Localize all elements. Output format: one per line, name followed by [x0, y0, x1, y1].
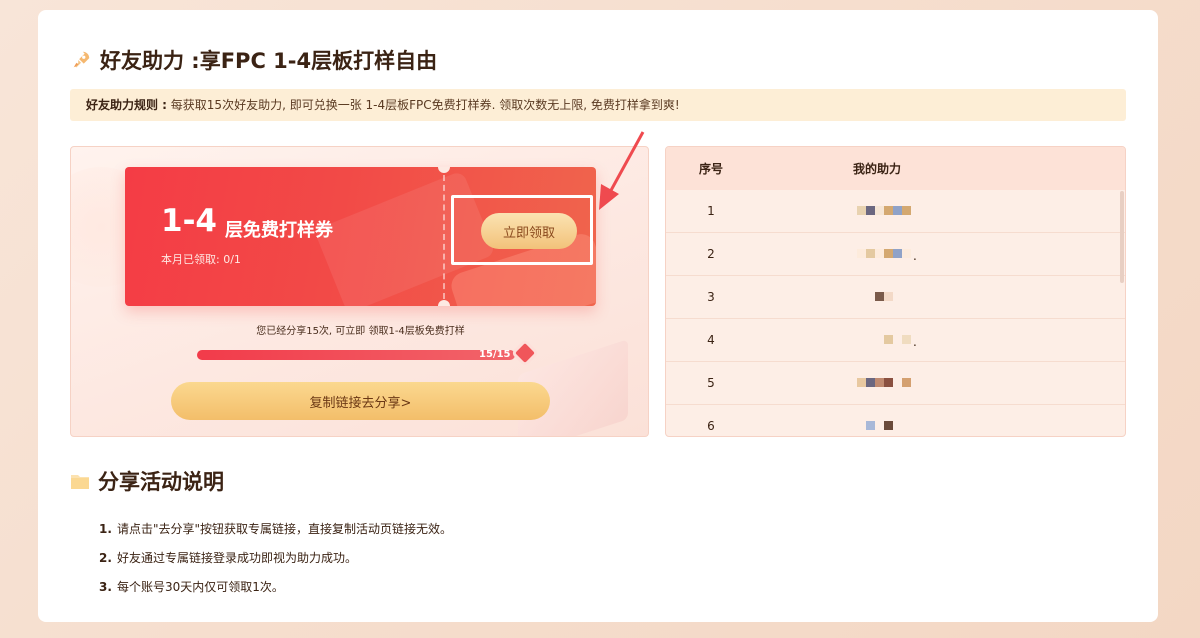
progress-label: 15/15: [479, 349, 511, 360]
column-header-index: 序号: [698, 162, 723, 176]
helper-name-masked: [857, 378, 913, 388]
mosaic-pixel: [857, 378, 866, 387]
page-title-row: 好友助力 :享FPC 1-4层板打样自由: [70, 44, 437, 76]
table-body: 1 2. 3 4. 5 6: [666, 190, 1125, 436]
helper-name-masked: [857, 421, 895, 431]
coupon-claimed-count: 本月已领取: 0/1: [161, 253, 241, 266]
mosaic-pixel: [875, 292, 884, 301]
mosaic-pixel: [893, 206, 902, 215]
mosaic-pixel: [866, 249, 875, 258]
mosaic-pixel: [866, 206, 875, 215]
copy-share-link-button[interactable]: 复制链接去分享>: [171, 382, 550, 420]
helper-name-masked: [857, 292, 895, 302]
row-index: 5: [707, 376, 715, 390]
coupon-divider: [443, 175, 445, 299]
instructions-list: 1. 请点击"去分享"按钮获取专属链接，直接复制活动页链接无效。 2. 好友通过…: [99, 514, 452, 601]
helpers-table: 序号 我的助力 1 2. 3 4. 5 6: [665, 146, 1126, 437]
mosaic-pixel: [884, 421, 893, 430]
row-index: 3: [707, 290, 715, 304]
mosaic-trail: .: [913, 249, 917, 263]
table-row: 5: [666, 362, 1125, 405]
mosaic-pixel: [866, 292, 875, 301]
mosaic-pixel: [884, 378, 893, 387]
mosaic-pixel: [875, 335, 884, 344]
table-row: 1: [666, 190, 1125, 233]
mosaic-pixel: [902, 249, 911, 258]
mosaic-pixel: [884, 335, 893, 344]
mosaic-pixel: [866, 378, 875, 387]
table-row: 3: [666, 276, 1125, 319]
list-item-number: 1.: [99, 521, 112, 536]
mosaic-pixel: [857, 206, 866, 215]
rules-banner: 好友助力规则 : 每获取15次好友助力, 即可兑换一张 1-4层板FPC免费打样…: [70, 89, 1126, 121]
mosaic-pixel: [866, 335, 875, 344]
coupon-layers: 1-4: [161, 203, 218, 239]
list-item-number: 3.: [99, 579, 112, 594]
list-item-number: 2.: [99, 550, 112, 565]
pointer-arrow-icon: [599, 131, 645, 210]
list-item: 2. 好友通过专属链接登录成功即视为助力成功。: [99, 543, 452, 572]
coupon-notch: [438, 300, 450, 306]
table-scrollbar[interactable]: [1120, 191, 1124, 283]
mosaic-pixel: [902, 335, 911, 344]
mosaic-pixel: [884, 292, 893, 301]
row-index: 4: [707, 333, 715, 347]
claim-now-button[interactable]: 立即领取: [481, 213, 577, 249]
rules-label: 好友助力规则 :: [86, 98, 167, 112]
column-header-helpers: 我的助力: [853, 162, 902, 176]
mosaic-pixel: [893, 378, 902, 387]
mosaic-pixel: [893, 335, 902, 344]
list-item-text: 好友通过专属链接登录成功即视为助力成功。: [117, 551, 358, 565]
instructions-title: 分享活动说明: [98, 470, 224, 494]
coupon-notch: [438, 167, 450, 173]
table-row: 6: [666, 405, 1125, 436]
coupon-panel: 1-4 层免费打样券 本月已领取: 0/1 您已经分享15次, 可立即 领取1-…: [70, 146, 649, 437]
mosaic-pixel: [875, 421, 884, 430]
page-title: 好友助力 :享FPC 1-4层板打样自由: [100, 49, 438, 73]
rules-text: 每获取15次好友助力, 即可兑换一张 1-4层板FPC免费打样券. 领取次数无上…: [166, 98, 680, 112]
helper-name-masked: [857, 206, 913, 216]
mosaic-pixel: [857, 335, 866, 344]
folder-icon: [71, 475, 89, 489]
gift-icon: [515, 343, 535, 363]
list-item: 1. 请点击"去分享"按钮获取专属链接，直接复制活动页链接无效。: [99, 514, 452, 543]
table-row: 4.: [666, 319, 1125, 362]
rocket-icon: [73, 51, 90, 68]
helper-name-masked: .: [857, 249, 917, 263]
mosaic-pixel: [875, 206, 884, 215]
row-index: 1: [707, 204, 715, 218]
mosaic-pixel: [902, 378, 911, 387]
mosaic-pixel: [875, 249, 884, 258]
claim-highlight-box: 立即领取: [451, 195, 593, 265]
coupon-title: 层免费打样券: [225, 220, 333, 241]
progress-bar: [197, 350, 515, 360]
mosaic-pixel: [893, 249, 902, 258]
mosaic-trail: .: [913, 335, 917, 349]
instructions-title-row: 分享活动说明: [70, 466, 224, 496]
table-row: 2.: [666, 233, 1125, 276]
table-header: 序号 我的助力: [666, 147, 1125, 190]
helper-name-masked: .: [857, 335, 917, 349]
mosaic-pixel: [875, 378, 884, 387]
row-index: 2: [707, 247, 715, 261]
row-index: 6: [707, 419, 715, 433]
mosaic-pixel: [884, 249, 893, 258]
list-item-text: 请点击"去分享"按钮获取专属链接，直接复制活动页链接无效。: [117, 522, 453, 536]
mosaic-pixel: [902, 206, 911, 215]
mosaic-pixel: [857, 249, 866, 258]
mosaic-pixel: [884, 206, 893, 215]
list-item-text: 每个账号30天内仅可领取1次。: [117, 580, 284, 594]
progress-bar-fill: [197, 350, 515, 360]
mosaic-pixel: [857, 292, 866, 301]
list-item: 3. 每个账号30天内仅可领取1次。: [99, 572, 452, 601]
share-progress-message: 您已经分享15次, 可立即 领取1-4层板免费打样: [256, 326, 465, 337]
mosaic-pixel: [857, 421, 866, 430]
mosaic-pixel: [866, 421, 875, 430]
